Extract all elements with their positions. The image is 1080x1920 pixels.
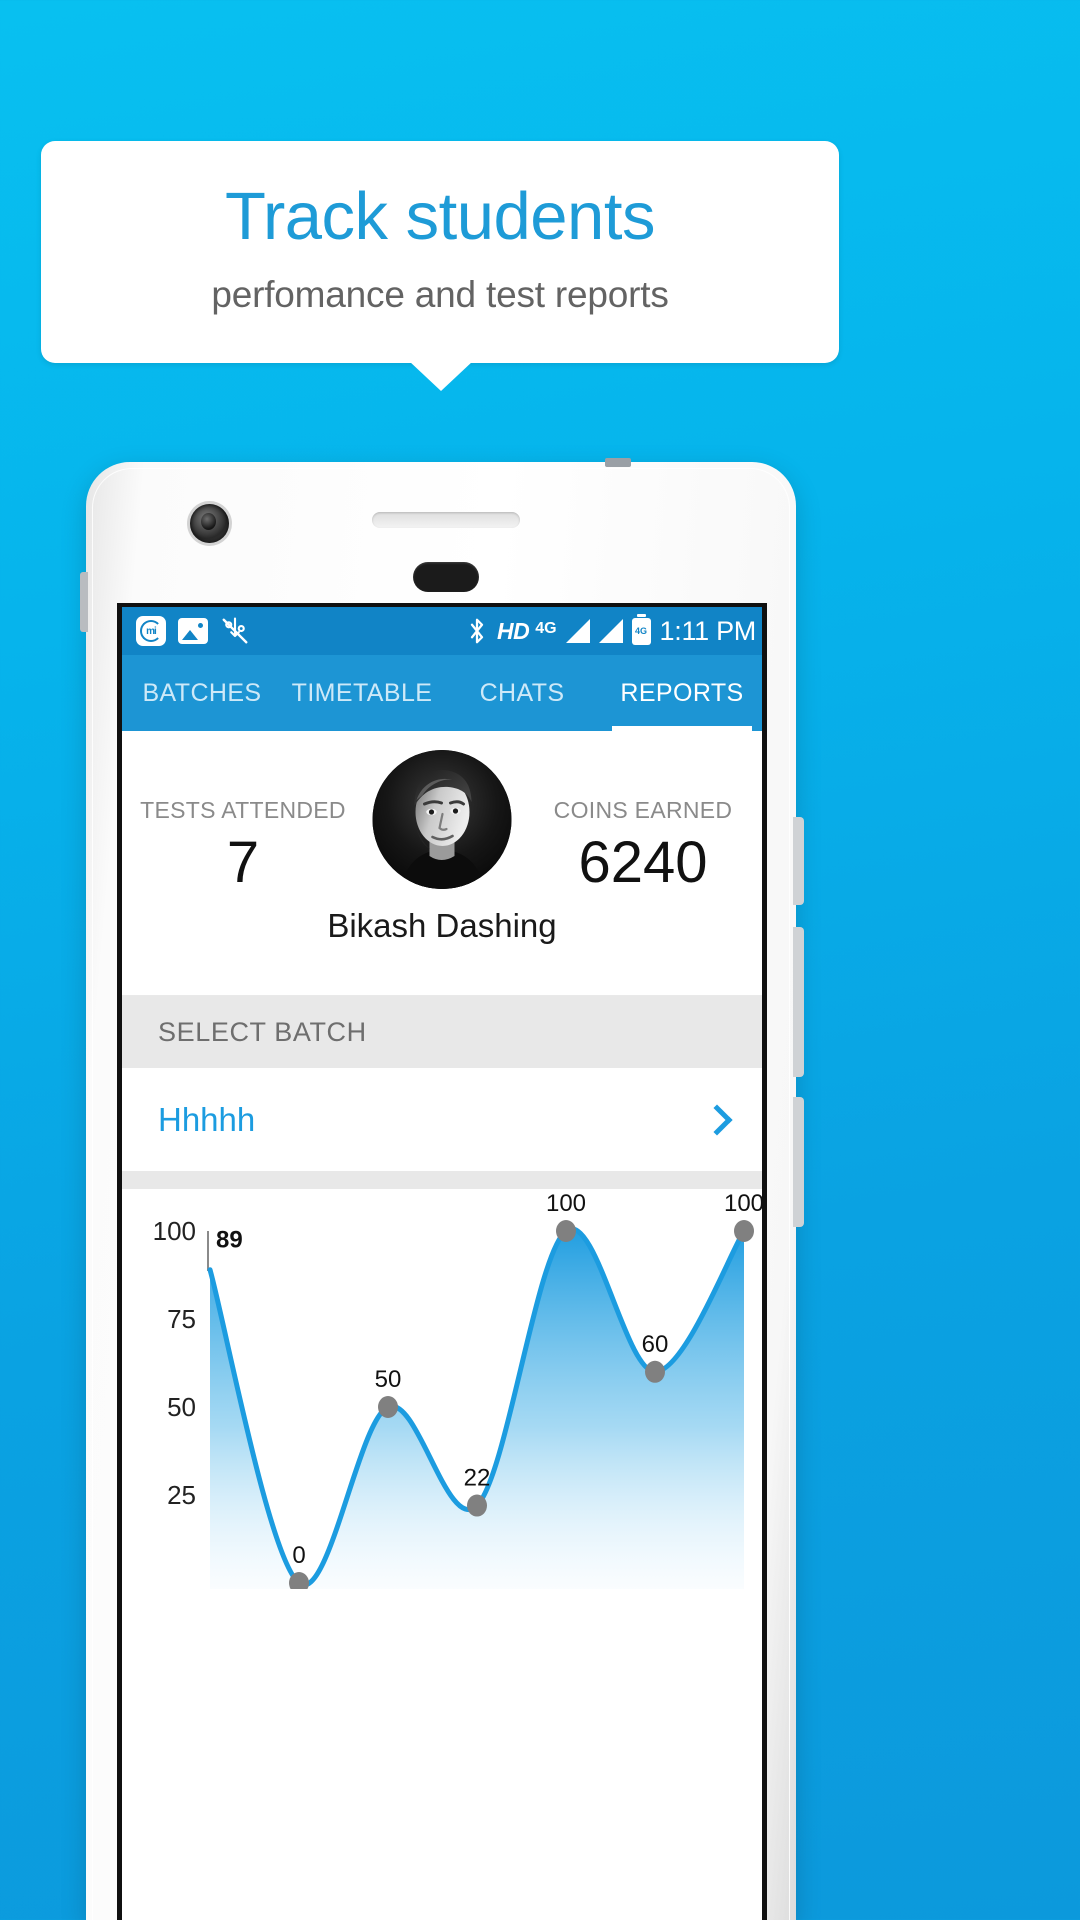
phone-right-button-bottom (793, 1097, 804, 1227)
tab-bar: BATCHES TIMETABLE CHATS REPORTS (122, 655, 762, 731)
chart-data-point[interactable] (734, 1220, 754, 1242)
tests-attended-stat: TESTS ATTENDED 7 (128, 797, 358, 892)
student-avatar[interactable] (372, 750, 512, 889)
svg-text:50: 50 (167, 1392, 196, 1422)
tab-timetable[interactable]: TIMETABLE (282, 655, 442, 731)
svg-text:100: 100 (153, 1216, 196, 1246)
signal-bars-icon (598, 619, 623, 643)
chart-point-label: 100 (724, 1190, 762, 1217)
usb-debug-icon (222, 617, 248, 644)
gallery-icon (178, 618, 208, 644)
tests-attended-label: TESTS ATTENDED (140, 797, 346, 823)
student-summary: TESTS ATTENDED 7 COINS EARNED 6240 Bikas… (122, 731, 762, 996)
headline-card-tail (409, 361, 473, 391)
selected-batch-name: Hhhhh (158, 1100, 256, 1138)
phone-mockup: mi HD 4G 4G 1:11 PM BATCHES TIMETABLE CH… (80, 458, 804, 1920)
chart-section-divider (122, 1171, 762, 1189)
chevron-right-icon (701, 1103, 733, 1136)
svg-text:75: 75 (167, 1304, 196, 1334)
headline-card: Track students perfomance and test repor… (41, 141, 839, 363)
tab-batches-label: BATCHES (142, 678, 262, 707)
tab-timetable-label: TIMETABLE (291, 678, 433, 707)
tab-batches[interactable]: BATCHES (122, 655, 282, 731)
performance-chart: 100 75 50 25 89 0 50 22 100 60 100 (122, 1189, 762, 1589)
phone-right-button-top (793, 817, 804, 905)
status-bar-left-icons: mi (136, 616, 250, 646)
earpiece-speaker (372, 512, 520, 528)
tab-reports[interactable]: REPORTS (602, 655, 762, 731)
headline-subtitle: perfomance and test reports (211, 274, 669, 316)
tab-chats-label: CHATS (479, 678, 565, 707)
headline-title: Track students (225, 178, 655, 254)
chart-data-point[interactable] (378, 1396, 398, 1418)
chart-point-label: 100 (546, 1190, 586, 1217)
chart-canvas: 100 75 50 25 89 0 50 22 100 60 100 (153, 1190, 762, 1589)
phone-left-button (80, 572, 88, 632)
chart-point-label: 60 (642, 1331, 669, 1358)
select-batch-label: SELECT BATCH (158, 1016, 367, 1047)
signal-bars-icon (565, 619, 590, 643)
mi-cleaner-icon: mi (136, 616, 166, 646)
phone-screen: mi HD 4G 4G 1:11 PM BATCHES TIMETABLE CH… (117, 603, 767, 1920)
battery-icon: 4G (631, 613, 651, 645)
phone-right-button-mid (793, 927, 804, 1077)
tests-attended-value: 7 (226, 830, 260, 895)
chart-data-point[interactable] (556, 1220, 576, 1242)
status-bar-clock: 1:11 PM (659, 615, 757, 646)
bluetooth-icon (470, 618, 484, 644)
status-bar-right-icons: HD 4G 4G 1:11 PM (466, 613, 757, 647)
coins-earned-label: COINS EARNED (553, 797, 733, 823)
coins-earned-stat: COINS EARNED 6240 (528, 797, 758, 892)
hd-icon: HD (496, 617, 530, 644)
svg-text:89: 89 (216, 1227, 243, 1254)
select-batch-header: SELECT BATCH (122, 996, 762, 1068)
4g-icon: 4G (535, 619, 557, 637)
home-button[interactable] (413, 562, 479, 592)
chart-point-label: 50 (375, 1366, 402, 1393)
chart-data-point[interactable] (645, 1360, 665, 1383)
svg-text:25: 25 (167, 1480, 196, 1510)
batch-selector-row[interactable]: Hhhhh (122, 1068, 762, 1171)
phone-antenna-nub (605, 458, 631, 467)
chart-data-point[interactable] (467, 1494, 487, 1517)
chart-point-label: 22 (464, 1465, 491, 1492)
status-bar: mi HD 4G 4G 1:11 PM (122, 607, 762, 655)
front-camera-icon (190, 504, 229, 543)
coins-earned-value: 6240 (578, 830, 708, 895)
chart-point-label: 0 (292, 1542, 305, 1569)
tab-reports-label: REPORTS (620, 678, 744, 707)
student-name: Bikash Dashing (327, 907, 557, 944)
tab-chats[interactable]: CHATS (442, 655, 602, 731)
